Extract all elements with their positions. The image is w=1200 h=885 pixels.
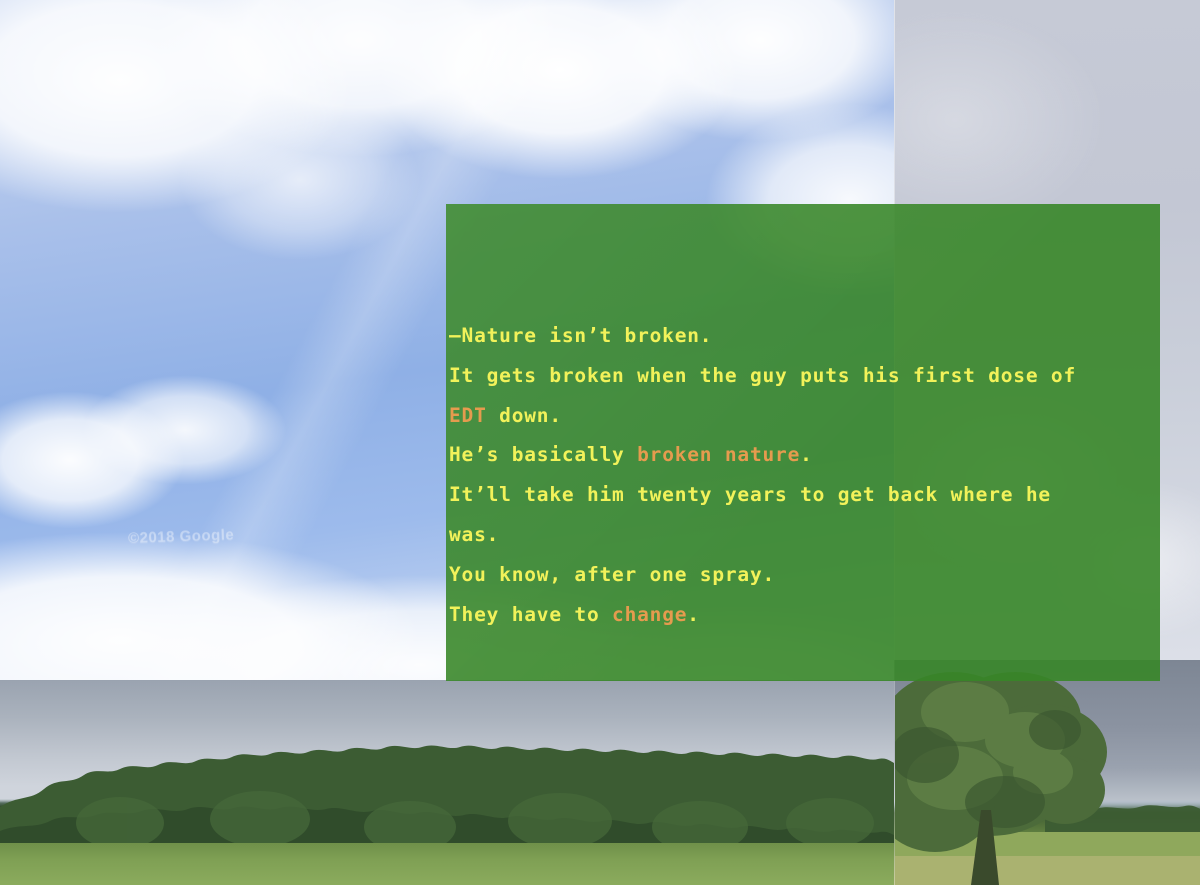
- quote-line-6: was.: [449, 515, 1160, 555]
- quote-line-4: He’s basically broken nature.: [449, 435, 1160, 475]
- quote-line-1: —Nature isn’t broken.: [449, 316, 1160, 356]
- quote-line-7: You know, after one spray.: [449, 555, 1160, 595]
- quote-line-2: It gets broken when the guy puts his fir…: [449, 356, 1160, 396]
- quote-line-8: They have to change.: [449, 595, 1160, 635]
- quote-highlight-text: change: [612, 602, 688, 626]
- grass-strip: [0, 843, 894, 885]
- quote-plain-text: was.: [449, 522, 500, 546]
- foreground-tree-silhouette: [895, 672, 1200, 885]
- quote-plain-text: It gets broken when the guy puts his fir…: [449, 363, 1076, 387]
- quote-line-3: EDT down.: [449, 396, 1160, 436]
- quote-highlight-text: broken nature: [637, 443, 801, 467]
- quote-plain-text: It’ll take him twenty years to get back …: [449, 483, 1051, 507]
- photo-panel-bottom-left-treeline: [0, 680, 894, 885]
- quote-plain-text: —Nature isn’t broken.: [449, 324, 713, 347]
- quote-plain-text: You know, after one spray.: [449, 562, 776, 586]
- photo-panel-bottom-right-tree: [894, 660, 1200, 885]
- quote-overlay-box: —Nature isn’t broken. It gets broken whe…: [446, 204, 1160, 681]
- quote-plain-text: down.: [486, 403, 562, 427]
- screenshot-canvas: ©2018 Google —Nature isn’t broken. It ge…: [0, 0, 1200, 885]
- quote-plain-text: They have to: [449, 602, 613, 626]
- quote-plain-text: He’s basically: [449, 443, 638, 467]
- quote-text-block: —Nature isn’t broken. It gets broken whe…: [449, 316, 1160, 634]
- quote-plain-text: .: [687, 602, 700, 626]
- quote-highlight-text: EDT: [449, 403, 487, 427]
- quote-plain-text: .: [800, 443, 813, 467]
- quote-line-5: It’ll take him twenty years to get back …: [449, 475, 1160, 515]
